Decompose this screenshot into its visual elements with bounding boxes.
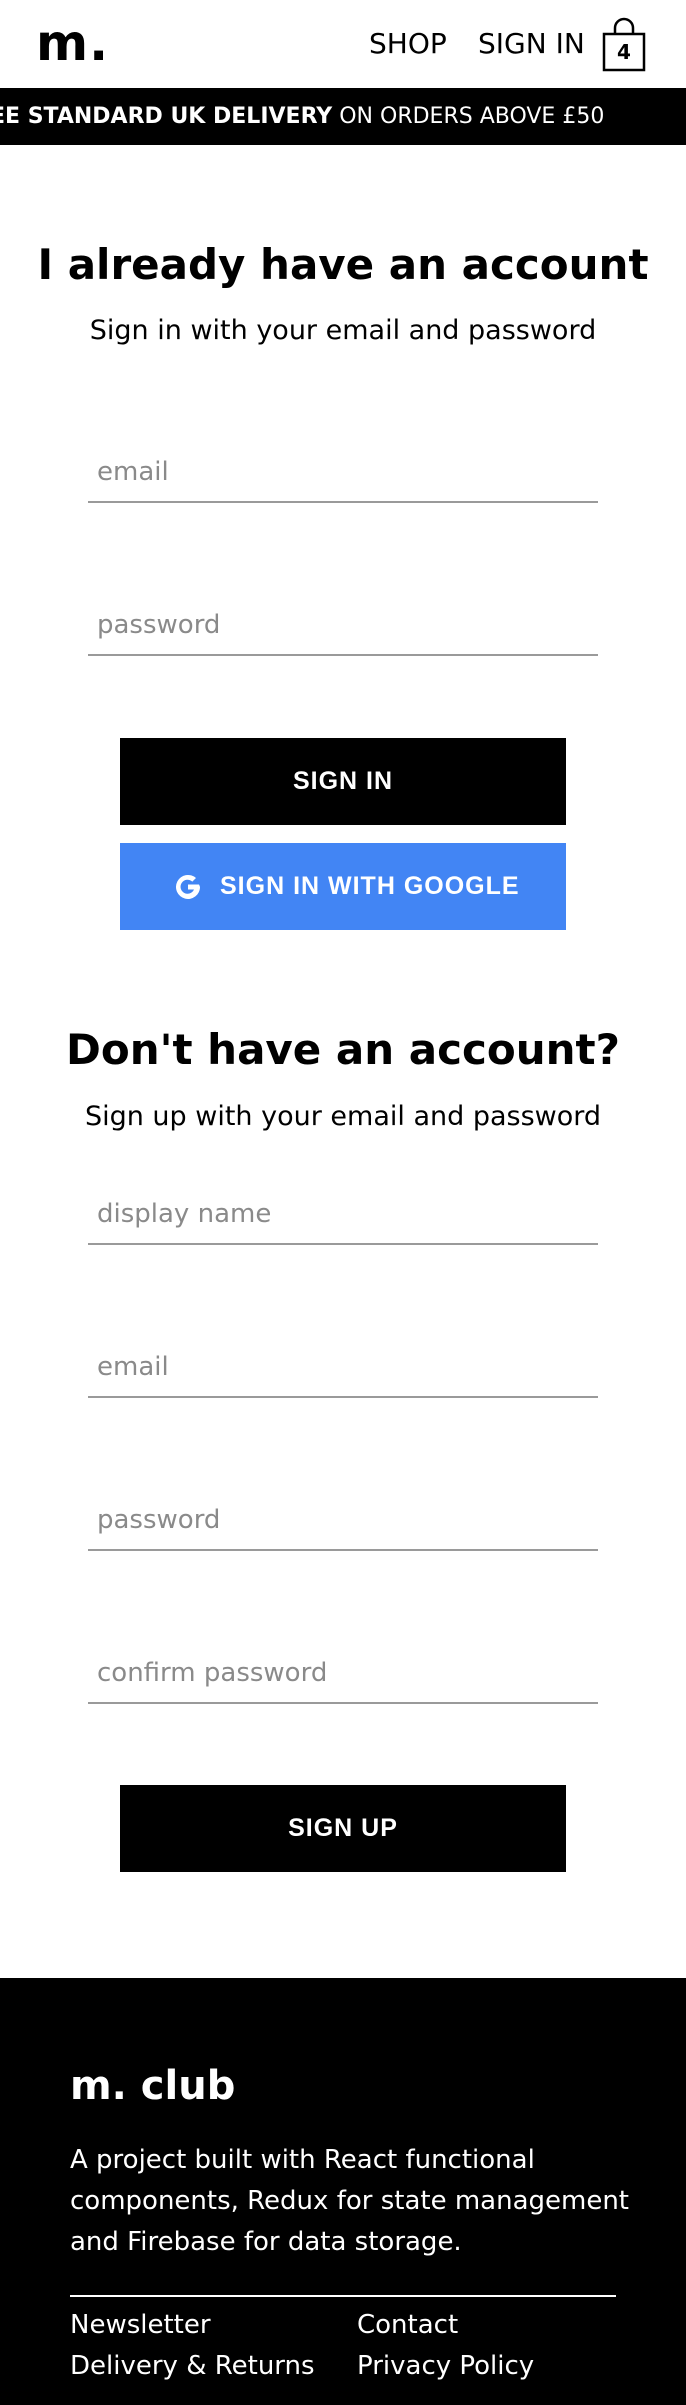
footer-link-contact[interactable]: Contact: [357, 2305, 458, 2345]
sign-in-button[interactable]: SIGN IN: [120, 738, 566, 825]
site-footer: m. club A project built with React funct…: [0, 1978, 686, 2405]
sign-in-password-input[interactable]: [88, 596, 598, 654]
promo-banner-rest: ON ORDERS ABOVE £50: [332, 104, 605, 129]
sign-in-title: I already have an account: [37, 240, 649, 289]
display-name-field: [88, 1185, 598, 1245]
footer-link-delivery-returns[interactable]: Delivery & Returns: [70, 2346, 315, 2386]
sign-up-email-field: [88, 1338, 598, 1398]
sign-in-email-field: [88, 443, 598, 503]
sign-up-password-input[interactable]: [88, 1491, 598, 1549]
cart-count: 4: [617, 40, 631, 64]
brand-logo[interactable]: m.: [36, 8, 109, 78]
footer-title: m. club: [70, 2063, 236, 2109]
promo-banner: EE STANDARD UK DELIVERY ON ORDERS ABOVE …: [0, 88, 686, 145]
sign-up-password-field: [88, 1491, 598, 1551]
confirm-password-field: [88, 1644, 598, 1704]
footer-link-newsletter[interactable]: Newsletter: [70, 2305, 211, 2345]
sign-up-title: Don't have an account?: [66, 1025, 620, 1074]
sign-in-email-input[interactable]: [88, 443, 598, 501]
google-sign-in-label: SIGN IN WITH GOOGLE: [220, 872, 520, 900]
promo-banner-text: EE STANDARD UK DELIVERY ON ORDERS ABOVE …: [0, 102, 604, 132]
google-g-icon: [176, 874, 200, 899]
sign-in-subtitle: Sign in with your email and password: [89, 315, 597, 346]
confirm-password-input[interactable]: [88, 1644, 598, 1702]
sign-up-email-input[interactable]: [88, 1338, 598, 1396]
promo-banner-highlight: EE STANDARD UK DELIVERY: [0, 104, 333, 129]
sign-up-button[interactable]: SIGN UP: [120, 1785, 566, 1872]
footer-divider: [70, 2295, 616, 2297]
nav-sign-in-link[interactable]: SIGN IN: [478, 24, 585, 64]
google-sign-in-button[interactable]: SIGN IN WITH GOOGLE: [120, 843, 566, 930]
footer-link-privacy-policy[interactable]: Privacy Policy: [357, 2346, 534, 2386]
site-header: m. SHOP SIGN IN 4: [0, 0, 686, 88]
sign-up-subtitle: Sign up with your email and password: [84, 1101, 602, 1132]
sign-in-password-field: [88, 596, 598, 656]
footer-description: A project built with React functional co…: [70, 2145, 629, 2257]
nav-shop-link[interactable]: SHOP: [369, 24, 447, 64]
display-name-input[interactable]: [88, 1185, 598, 1243]
cart-button[interactable]: 4: [602, 16, 646, 72]
